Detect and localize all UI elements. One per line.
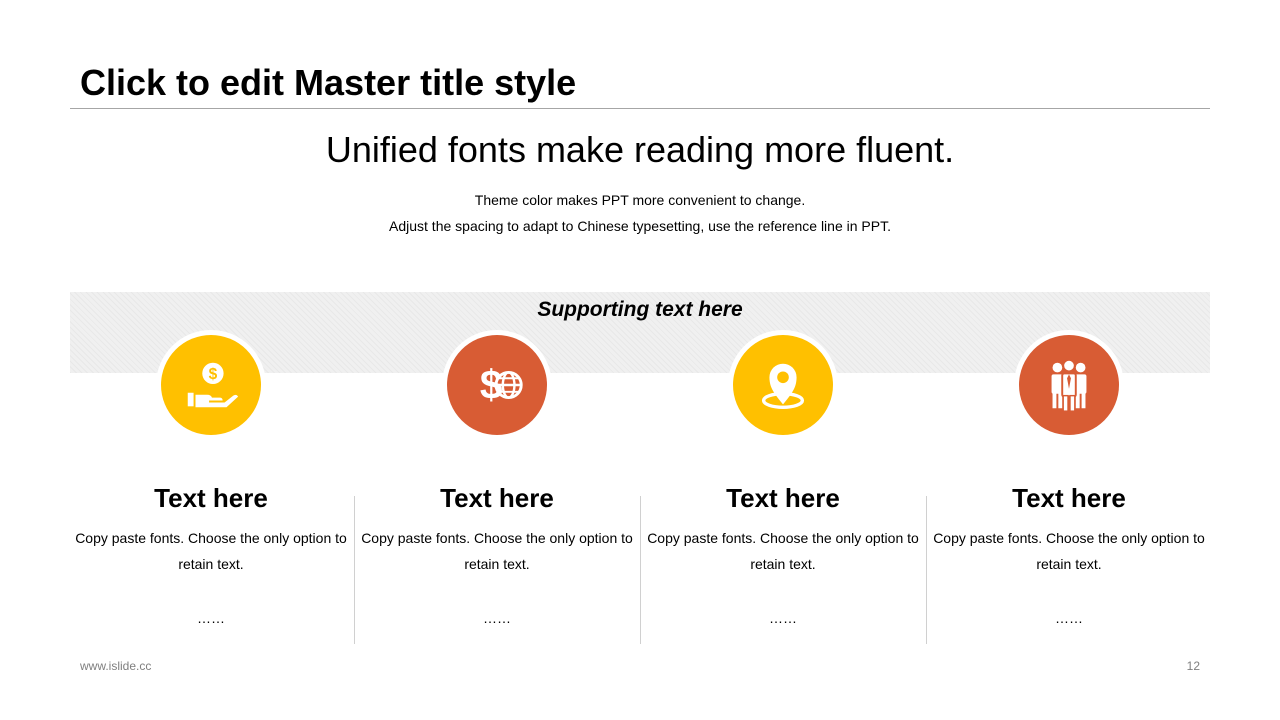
column-4-ellipsis: …… [1055, 610, 1083, 626]
location-pin-icon [733, 335, 833, 435]
column-3-title: Text here [726, 483, 840, 513]
column-2-title: Text here [440, 483, 554, 513]
column-divider-2 [640, 496, 641, 644]
footer-website: www.islide.cc [80, 659, 152, 673]
column-3-ellipsis: …… [769, 610, 797, 626]
title-divider [70, 108, 1210, 109]
icon-badge-1: $ [156, 330, 266, 440]
column-1-title: Text here [154, 483, 268, 513]
column-3-body: Copy paste fonts. Choose the only option… [647, 530, 919, 572]
master-title: Click to edit Master title style [80, 62, 577, 103]
dollar-globe-icon: $ [447, 335, 547, 435]
column-4-body: Copy paste fonts. Choose the only option… [933, 530, 1205, 572]
column-2-body: Copy paste fonts. Choose the only option… [361, 530, 633, 572]
column-4-title: Text here [1012, 483, 1126, 513]
money-hand-icon: $ [161, 335, 261, 435]
subline-spacing: Adjust the spacing to adapt to Chinese t… [389, 218, 891, 234]
svg-text:$: $ [209, 366, 218, 383]
icon-badge-2: $ [442, 330, 552, 440]
team-icon [1019, 335, 1119, 435]
column-1-body: Copy paste fonts. Choose the only option… [75, 530, 347, 572]
subline-theme-color: Theme color makes PPT more convenient to… [474, 192, 806, 208]
column-1-ellipsis: …… [197, 610, 225, 626]
icon-badge-4 [1014, 330, 1124, 440]
column-2-ellipsis: …… [483, 610, 511, 626]
page-number: 12 [1186, 659, 1200, 673]
column-divider-1 [354, 496, 355, 644]
supporting-text: Supporting text here [537, 298, 743, 321]
column-divider-3 [926, 496, 927, 644]
headline: Unified fonts make reading more fluent. [325, 129, 955, 170]
icon-badge-3 [728, 330, 838, 440]
